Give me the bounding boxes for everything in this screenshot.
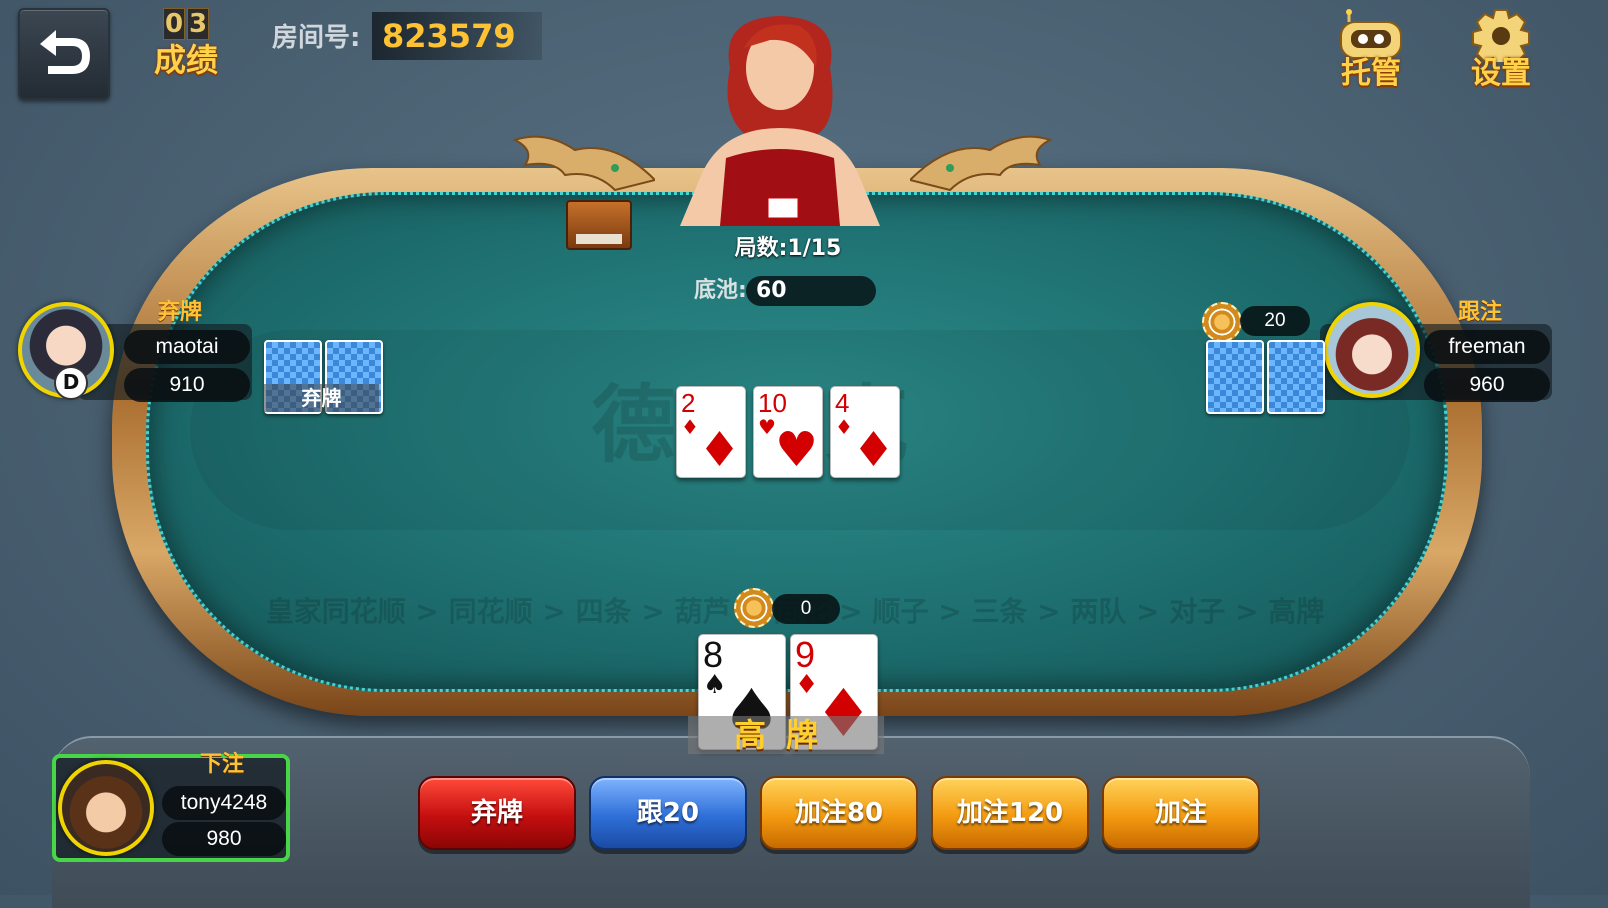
hole-card-back: [1206, 340, 1264, 414]
player-status: 下注: [200, 752, 245, 777]
score-counter: 0 3: [148, 8, 224, 40]
diamond-icon: ♦: [681, 415, 699, 439]
raise-button[interactable]: 加注: [1102, 776, 1260, 850]
auto-play-button[interactable]: 托管: [1326, 8, 1416, 98]
raise-120-button[interactable]: 加注120: [931, 776, 1089, 850]
room-number-label: 房间号:: [272, 23, 361, 53]
card-deck-shoe: [566, 200, 632, 250]
score-digit: 3: [187, 8, 209, 40]
dragon-ornament-left-icon: [512, 135, 655, 192]
card-rank: 8: [703, 634, 724, 675]
hand-type-label: 高牌: [688, 716, 884, 754]
score-label: 成绩: [153, 41, 218, 79]
settings-button[interactable]: 设置: [1456, 8, 1546, 98]
call-button[interactable]: 跟20: [589, 776, 747, 850]
hole-card-back: [1267, 340, 1325, 414]
heart-icon: ♥: [758, 415, 776, 439]
player-avatar: [1324, 302, 1420, 398]
heart-icon: ♥: [774, 422, 818, 478]
round-counter: 局数:1/15: [734, 236, 842, 261]
self-bet: 0: [772, 594, 840, 624]
back-arrow-icon: [40, 30, 90, 74]
auto-play-label: 托管: [1341, 56, 1401, 91]
player-chips: 910: [124, 368, 250, 402]
community-card: 10 ♥ ♥: [753, 386, 823, 478]
card-rank: 9: [795, 634, 816, 675]
fold-button[interactable]: 弃牌: [418, 776, 576, 850]
dealer-button: D: [54, 366, 88, 400]
community-card: 2 ♦ ♦: [676, 386, 746, 478]
diamond-icon: ♦: [835, 415, 853, 439]
folded-tag: 弃牌: [264, 384, 379, 412]
player-status: 弃牌: [158, 300, 203, 325]
chip-icon: [734, 588, 774, 628]
score-digit: 0: [163, 8, 185, 40]
player-name: freeman: [1424, 330, 1550, 364]
player-seat-left[interactable]: 弃牌 maotai 910 D: [18, 298, 252, 402]
player-avatar: [58, 760, 154, 856]
room-number: 823579: [372, 12, 542, 60]
diamond-icon: ♦: [697, 422, 741, 478]
community-card: 4 ♦ ♦: [830, 386, 900, 478]
player-status: 跟注: [1458, 300, 1503, 325]
player-seat-right[interactable]: 跟注 freeman 960: [1320, 298, 1554, 402]
player-bet: 20: [1240, 306, 1310, 336]
chip-icon: [1202, 302, 1242, 342]
settings-label: 设置: [1471, 56, 1531, 91]
raise-80-button[interactable]: 加注80: [760, 776, 918, 850]
player-name: maotai: [124, 330, 250, 364]
player-chips: 980: [162, 822, 286, 856]
dealer-avatar: [680, 16, 880, 226]
dragon-ornament-right-icon: [910, 135, 1053, 192]
pot-label: 底池:: [694, 278, 747, 303]
player-seat-self[interactable]: 下注 tony4248 980: [52, 752, 290, 862]
back-button[interactable]: [18, 8, 110, 100]
player-name: tony4248: [162, 786, 286, 820]
diamond-icon: ♦: [851, 422, 895, 478]
score-button[interactable]: 0 3 成绩: [148, 8, 224, 94]
pot-amount: 60: [746, 276, 876, 306]
player-chips: 960: [1424, 368, 1550, 402]
